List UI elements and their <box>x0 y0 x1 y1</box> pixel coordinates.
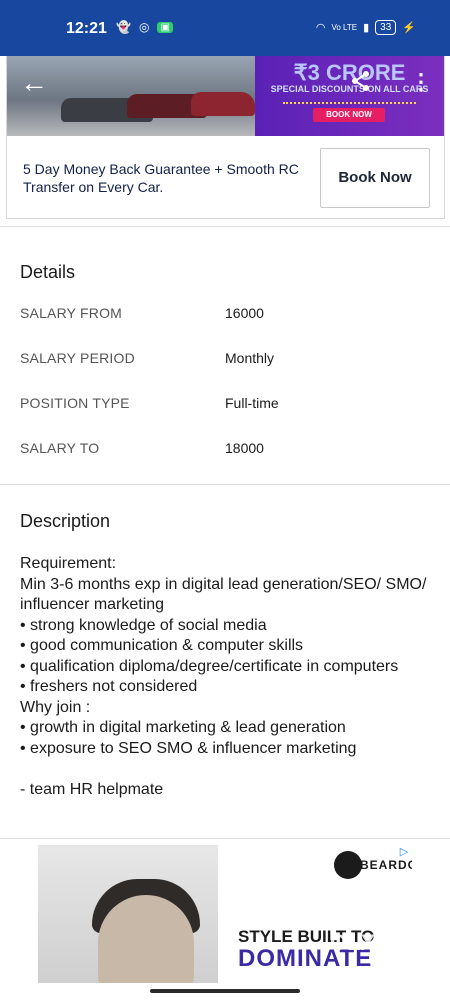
model-face <box>98 895 194 983</box>
detail-value-position-type: Full-time <box>225 395 279 411</box>
back-arrow-icon[interactable]: ← <box>14 66 54 100</box>
divider <box>0 226 450 227</box>
volte-label: Vo LTE <box>331 23 358 32</box>
notification-icons: 👻 ◎ ▣ <box>116 20 173 34</box>
detail-label-position-type: POSITION TYPE <box>20 395 130 411</box>
promo-book-button: BOOK NOW <box>313 108 385 122</box>
olx-watermark: OLX <box>330 930 376 955</box>
snapchat-icon: 👻 <box>116 20 131 34</box>
book-now-button[interactable]: Book Now <box>320 148 430 208</box>
ad-choices-icon[interactable]: ▷ <box>396 845 412 859</box>
details-title: Details <box>20 262 76 282</box>
signal-icon: ▮ <box>363 22 370 34</box>
share-icon[interactable] <box>346 70 376 100</box>
status-time: 12:21 <box>66 20 107 37</box>
top-banner-ad[interactable]: ₹3 CRORE SPECIAL DISCOUNTS ON ALL CARS B… <box>6 56 445 219</box>
detail-label-salary-to: SALARY TO <box>20 440 100 456</box>
detail-label-salary-period: SALARY PERIOD <box>20 350 135 366</box>
divider <box>0 838 450 839</box>
detail-value-salary-from: 16000 <box>225 305 264 321</box>
description-body: Requirement: Min 3-6 months exp in digit… <box>20 555 427 798</box>
description-title: Description <box>20 511 111 531</box>
status-bar: 12:21 👻 ◎ ▣ ◠ Vo LTE ▮ 33 ⚡ <box>0 0 450 56</box>
promo-divider <box>283 102 416 104</box>
charging-icon: ⚡ <box>402 22 416 34</box>
badge-icon: ▣ <box>157 21 173 33</box>
more-options-icon[interactable]: ⋮ <box>410 66 432 100</box>
system-icons: ◠ Vo LTE ▮ 33 ⚡ <box>316 20 416 35</box>
ad-model-photo <box>38 845 218 983</box>
brand-name: BEARDO <box>360 858 412 872</box>
share-glyph <box>352 71 369 91</box>
wifi-icon: ◠ <box>315 22 326 34</box>
home-gesture-handle[interactable] <box>150 989 300 993</box>
ad-text: 5 Day Money Back Guarantee + Smooth RC T… <box>23 161 299 195</box>
detail-value-salary-period: Monthly <box>225 350 275 366</box>
car-shape <box>191 92 255 116</box>
detail-value-salary-to: 18000 <box>225 440 264 456</box>
battery-icon: 33 <box>375 20 397 35</box>
bottom-banner-ad[interactable]: BEARDO ▷ STYLE BUILT TO DOMINATE <box>38 845 412 983</box>
gesture-nav-bar <box>0 984 450 1000</box>
detail-label-salary-from: SALARY FROM <box>20 305 123 321</box>
app-icon: ◎ <box>138 20 150 34</box>
brand-logo-icon <box>334 851 362 879</box>
divider <box>0 484 450 485</box>
